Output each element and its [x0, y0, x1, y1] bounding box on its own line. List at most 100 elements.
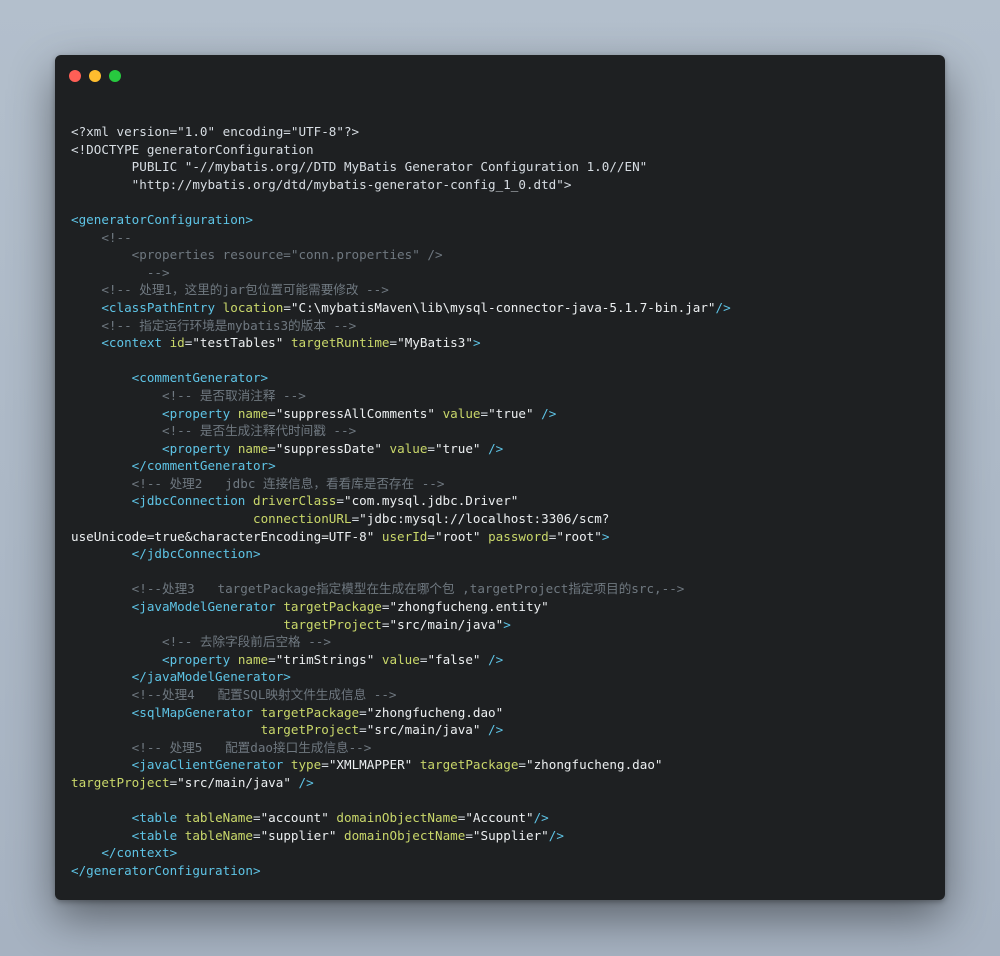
xml-comment-token: <!-- 去除字段前后空格 -->	[71, 634, 331, 650]
code-line: <!--处理3 targetPackage指定模型在生成在哪个包 ,target…	[71, 580, 935, 598]
xml-value-token: "true"	[435, 440, 481, 456]
xml-comment-token: -->	[71, 264, 170, 280]
window-titlebar	[55, 55, 945, 95]
xml-attribute-token: name	[237, 651, 269, 667]
code-text-token: =	[359, 722, 367, 738]
xml-tag-token: />	[290, 774, 314, 790]
xml-value-token: "root"	[434, 528, 481, 544]
code-line: "http://mybatis.org/dtd/mybatis-generato…	[71, 176, 935, 194]
code-block[interactable]: <?xml version="1.0" encoding="UTF-8"?> <!…	[71, 123, 935, 880]
xml-attribute-token: domainObjectName	[344, 827, 466, 843]
xml-attribute-token: targetProject	[283, 616, 382, 632]
code-line: useUnicode=true&characterEncoding=UTF-8"…	[71, 528, 935, 546]
close-window-button[interactable]	[69, 70, 81, 82]
xml-value-token: "C:\mybatisMaven\lib\mysql-connector-jav…	[290, 299, 716, 315]
xml-declaration-token: "http://mybatis.org/dtd/mybatis-generato…	[71, 176, 572, 192]
xml-tag-token: </commentGenerator>	[71, 458, 276, 474]
code-line: <javaModelGenerator targetPackage="zhong…	[71, 598, 935, 616]
xml-attribute-token: tableName	[184, 827, 253, 843]
xml-attribute-token: driverClass	[252, 493, 337, 509]
minimize-window-button[interactable]	[89, 70, 101, 82]
xml-comment-token: <!--处理4 配置SQL映射文件生成信息 -->	[71, 687, 397, 702]
xml-comment-token: <!-- 处理2 jdbc 连接信息，看看库是否存在 -->	[71, 475, 445, 491]
xml-tag-token: <jdbcConnection	[71, 493, 253, 509]
xml-attribute-token: connectionURL	[252, 511, 352, 527]
xml-comment-token: <!-- 是否取消注释 -->	[71, 387, 306, 403]
xml-attribute-token: password	[488, 528, 549, 544]
xml-value-token: "false"	[427, 651, 481, 667]
code-line: <classPathEntry location="C:\mybatisMave…	[71, 299, 935, 317]
code-line: <!-- 处理2 jdbc 连接信息，看看库是否存在 -->	[71, 475, 935, 493]
xml-value-token: "Supplier"	[472, 827, 549, 843]
xml-attribute-token: tableName	[184, 810, 253, 826]
xml-attribute-token: value	[381, 651, 420, 667]
xml-tag-token: </javaModelGenerator>	[71, 669, 291, 685]
code-text-token: =	[252, 827, 261, 843]
xml-value-token: "supplier"	[260, 827, 337, 843]
xml-attribute-token: targetProject	[71, 774, 170, 790]
xml-tag-token: </context>	[71, 845, 178, 861]
code-line: <!DOCTYPE generatorConfiguration	[71, 141, 935, 159]
xml-comment-token: <!-- 指定运行环境是mybatis3的版本 -->	[71, 317, 357, 333]
xml-value-token: "MyBatis3"	[397, 335, 473, 351]
code-line: targetProject="src/main/java" />	[71, 774, 935, 792]
xml-attribute-token: targetPackage	[260, 704, 360, 720]
xml-value-token: "src/main/java"	[389, 616, 504, 632]
xml-tag-token: </jdbcConnection>	[71, 546, 261, 562]
xml-tag-token: </generatorConfiguration>	[71, 862, 261, 878]
code-line: <!--	[71, 229, 935, 247]
code-line: <!-- 处理5 配置dao接口生成信息-->	[71, 739, 935, 757]
xml-tag-token: />	[533, 405, 557, 421]
code-line: </commentGenerator>	[71, 457, 935, 475]
code-text-token: =	[480, 405, 489, 421]
xml-attribute-token: name	[237, 405, 269, 421]
code-line: <property name="suppressAllComments" val…	[71, 405, 935, 423]
xml-tag-token: />	[533, 810, 549, 826]
xml-value-token: "testTables"	[192, 335, 284, 351]
code-line: <?xml version="1.0" encoding="UTF-8"?>	[71, 123, 935, 141]
code-line: </context>	[71, 844, 935, 862]
code-line: <context id="testTables" targetRuntime="…	[71, 334, 935, 352]
xml-tag-token: <context	[71, 335, 170, 351]
xml-attribute-token: value	[389, 440, 428, 456]
xml-tag-token: <classPathEntry	[71, 299, 223, 315]
code-line: connectionURL="jdbc:mysql://localhost:33…	[71, 510, 935, 528]
xml-value-token: "zhongfucheng.dao"	[366, 704, 504, 720]
xml-value-token: "com.mysql.jdbc.Driver"	[343, 493, 519, 509]
xml-value-token: "src/main/java"	[366, 722, 481, 738]
xml-value-token: "zhongfucheng.dao"	[526, 757, 663, 773]
xml-attribute-token: type	[290, 757, 322, 773]
code-text-token: =	[336, 493, 344, 509]
xml-tag-token: <generatorConfiguration>	[71, 211, 253, 227]
xml-attribute-token: domainObjectName	[336, 810, 458, 826]
xml-tag-token: <commentGenerator>	[71, 370, 269, 386]
code-line: <commentGenerator>	[71, 369, 935, 387]
code-line: <!-- 去除字段前后空格 -->	[71, 633, 935, 651]
xml-attribute-token: id	[169, 335, 185, 351]
code-text-token: =	[427, 440, 436, 456]
maximize-window-button[interactable]	[109, 70, 121, 82]
code-text-token: =	[427, 528, 435, 544]
xml-attribute-token: name	[237, 440, 269, 456]
code-text-token: =	[268, 440, 276, 456]
xml-tag-token: <javaModelGenerator	[71, 599, 284, 615]
xml-comment-token: <!-- 处理5 配置dao接口生成信息-->	[71, 739, 372, 755]
xml-declaration-token: <!DOCTYPE generatorConfiguration	[71, 141, 314, 157]
xml-attribute-token: targetPackage	[419, 757, 519, 773]
xml-tag-token: />	[480, 722, 504, 738]
xml-attribute-token: targetProject	[260, 722, 360, 738]
xml-comment-token: <!-- 是否生成注释代时间戳 -->	[71, 423, 357, 439]
xml-tag-token: >	[472, 335, 481, 351]
